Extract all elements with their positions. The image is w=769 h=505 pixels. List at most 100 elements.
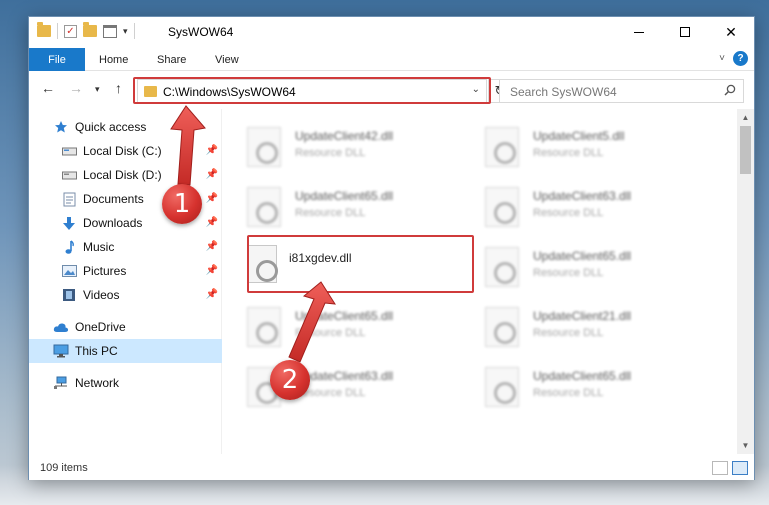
dll-gear-icon	[247, 187, 281, 227]
navigation-pane: Quick access Local Disk (C:) 📌 Local Dis…	[29, 109, 222, 454]
film-icon	[61, 287, 77, 303]
pin-icon[interactable]: 📌	[206, 145, 218, 156]
documents-icon	[61, 191, 77, 207]
cloud-icon	[53, 319, 69, 335]
folder-icon	[37, 22, 51, 37]
drive-icon	[61, 143, 77, 159]
file-explorer-window: ✓ ▾ SysWOW64 ✕ File Home Share View ˅ ? …	[28, 16, 755, 480]
new-folder-icon[interactable]	[83, 22, 97, 37]
scroll-down-arrow-icon[interactable]: ▼	[737, 437, 754, 454]
maximize-icon	[680, 27, 690, 37]
sidebar-item-network[interactable]: Network	[29, 371, 222, 395]
file-type: Resource DLL	[533, 327, 604, 339]
sidebar-item-label: Local Disk (D:)	[83, 168, 162, 182]
ribbon-tabs: File Home Share View ˅ ?	[29, 48, 754, 71]
dll-gear-icon	[247, 127, 281, 167]
dll-gear-icon	[485, 127, 519, 167]
file-tile[interactable]: UpdateClient21.dll Resource DLL	[475, 301, 705, 351]
file-tile[interactable]: UpdateClient65.dll Resource DLL	[237, 181, 467, 231]
minimize-button[interactable]	[616, 17, 662, 47]
tab-view[interactable]: View	[215, 48, 239, 71]
file-name: UpdateClient65.dll	[295, 309, 394, 323]
tab-home[interactable]: Home	[99, 48, 128, 71]
back-arrow-icon[interactable]: ←	[41, 80, 55, 96]
sidebar-item-quick-access[interactable]: Quick access	[29, 115, 222, 139]
file-name: UpdateClient5.dll	[533, 129, 625, 143]
step-1-badge: 1	[162, 184, 202, 224]
file-type: Resource DLL	[295, 147, 366, 159]
network-icon	[53, 375, 69, 391]
forward-arrow-icon[interactable]: →	[69, 80, 83, 96]
tab-file[interactable]: File	[29, 48, 85, 71]
item-count: 109 items	[40, 462, 88, 474]
search-icon[interactable]	[724, 84, 736, 96]
recent-locations-chevron-icon[interactable]: ▾	[95, 84, 100, 95]
sidebar-item-label: Videos	[83, 288, 120, 302]
dll-gear-icon	[485, 187, 519, 227]
properties-icon[interactable]	[103, 24, 117, 38]
file-tile[interactable]: UpdateClient5.dll Resource DLL	[475, 121, 705, 171]
close-icon: ✕	[725, 23, 737, 40]
caption-buttons: ✕	[616, 17, 754, 47]
pin-icon[interactable]: 📌	[206, 289, 218, 300]
sidebar-item-label: Music	[83, 240, 115, 254]
sidebar-item-this-pc[interactable]: This PC	[29, 339, 222, 363]
search-input[interactable]: Search SysWOW64	[510, 85, 617, 99]
drive-icon	[61, 167, 77, 183]
dll-gear-icon	[485, 307, 519, 347]
pin-icon[interactable]: 📌	[206, 169, 218, 180]
customize-toolbar-icon[interactable]: ▾	[123, 26, 128, 37]
file-tile[interactable]: UpdateClient65.dll Resource DLL	[475, 241, 705, 291]
close-button[interactable]: ✕	[708, 17, 754, 47]
details-view-icon[interactable]	[712, 461, 728, 475]
sidebar-item-label: Pictures	[83, 264, 127, 278]
sidebar-item-label: Local Disk (C:)	[83, 144, 162, 158]
view-toggle	[712, 461, 748, 475]
scroll-thumb[interactable]	[740, 126, 751, 174]
file-name: UpdateClient65.dll	[533, 249, 632, 263]
file-type: Resource DLL	[533, 207, 604, 219]
file-type: Resource DLL	[295, 207, 366, 219]
pin-icon[interactable]: 📌	[206, 217, 218, 228]
sidebar-item-local-disk-d[interactable]: Local Disk (D:) 📌	[29, 163, 222, 187]
dll-gear-icon	[485, 367, 519, 407]
status-bar: 109 items	[29, 457, 754, 480]
dll-gear-icon	[247, 307, 281, 347]
music-note-icon	[61, 239, 77, 255]
help-icon[interactable]: ?	[733, 51, 748, 66]
file-tile[interactable]: UpdateClient65.dll Resource DLL	[475, 361, 705, 411]
vertical-scrollbar[interactable]: ▲ ▼	[737, 109, 754, 454]
tab-share[interactable]: Share	[157, 48, 186, 71]
maximize-button[interactable]	[662, 17, 708, 47]
expand-ribbon-chevron-icon[interactable]: ˅	[719, 53, 725, 64]
tiles-view-icon[interactable]	[732, 461, 748, 475]
sidebar-item-onedrive[interactable]: OneDrive	[29, 315, 222, 339]
sidebar-item-pictures[interactable]: Pictures 📌	[29, 259, 222, 283]
sidebar-item-label: OneDrive	[75, 320, 126, 334]
monitor-icon	[53, 343, 69, 359]
pin-icon[interactable]: 📌	[206, 193, 218, 204]
file-name: UpdateClient65.dll	[295, 189, 394, 203]
step-2-badge: 2	[270, 360, 310, 400]
sidebar-item-local-disk-c[interactable]: Local Disk (C:) 📌	[29, 139, 222, 163]
file-tile[interactable]: UpdateClient63.dll Resource DLL	[475, 181, 705, 231]
sidebar-item-label: Downloads	[83, 216, 143, 230]
sidebar-item-label: Quick access	[75, 120, 147, 134]
search-box[interactable]: Search SysWOW64	[499, 79, 744, 103]
scroll-up-arrow-icon[interactable]: ▲	[737, 109, 754, 126]
pin-icon[interactable]: 📌	[206, 241, 218, 252]
file-type: Resource DLL	[295, 327, 366, 339]
up-arrow-icon[interactable]: ↑	[115, 80, 122, 96]
pin-icon[interactable]: 📌	[206, 265, 218, 276]
sidebar-item-label: This PC	[75, 344, 118, 358]
properties-check-icon[interactable]: ✓	[64, 24, 77, 38]
file-highlight-box	[247, 235, 474, 293]
sidebar-item-music[interactable]: Music 📌	[29, 235, 222, 259]
file-tile[interactable]: UpdateClient42.dll Resource DLL	[237, 121, 467, 171]
title-bar: ✓ ▾ SysWOW64 ✕	[29, 17, 754, 48]
sidebar-item-videos[interactable]: Videos 📌	[29, 283, 222, 307]
file-tile[interactable]: UpdateClient65.dll Resource DLL	[237, 301, 467, 351]
sidebar-item-label: Network	[75, 376, 120, 390]
file-name: UpdateClient42.dll	[295, 129, 394, 143]
dll-gear-icon	[485, 247, 519, 287]
